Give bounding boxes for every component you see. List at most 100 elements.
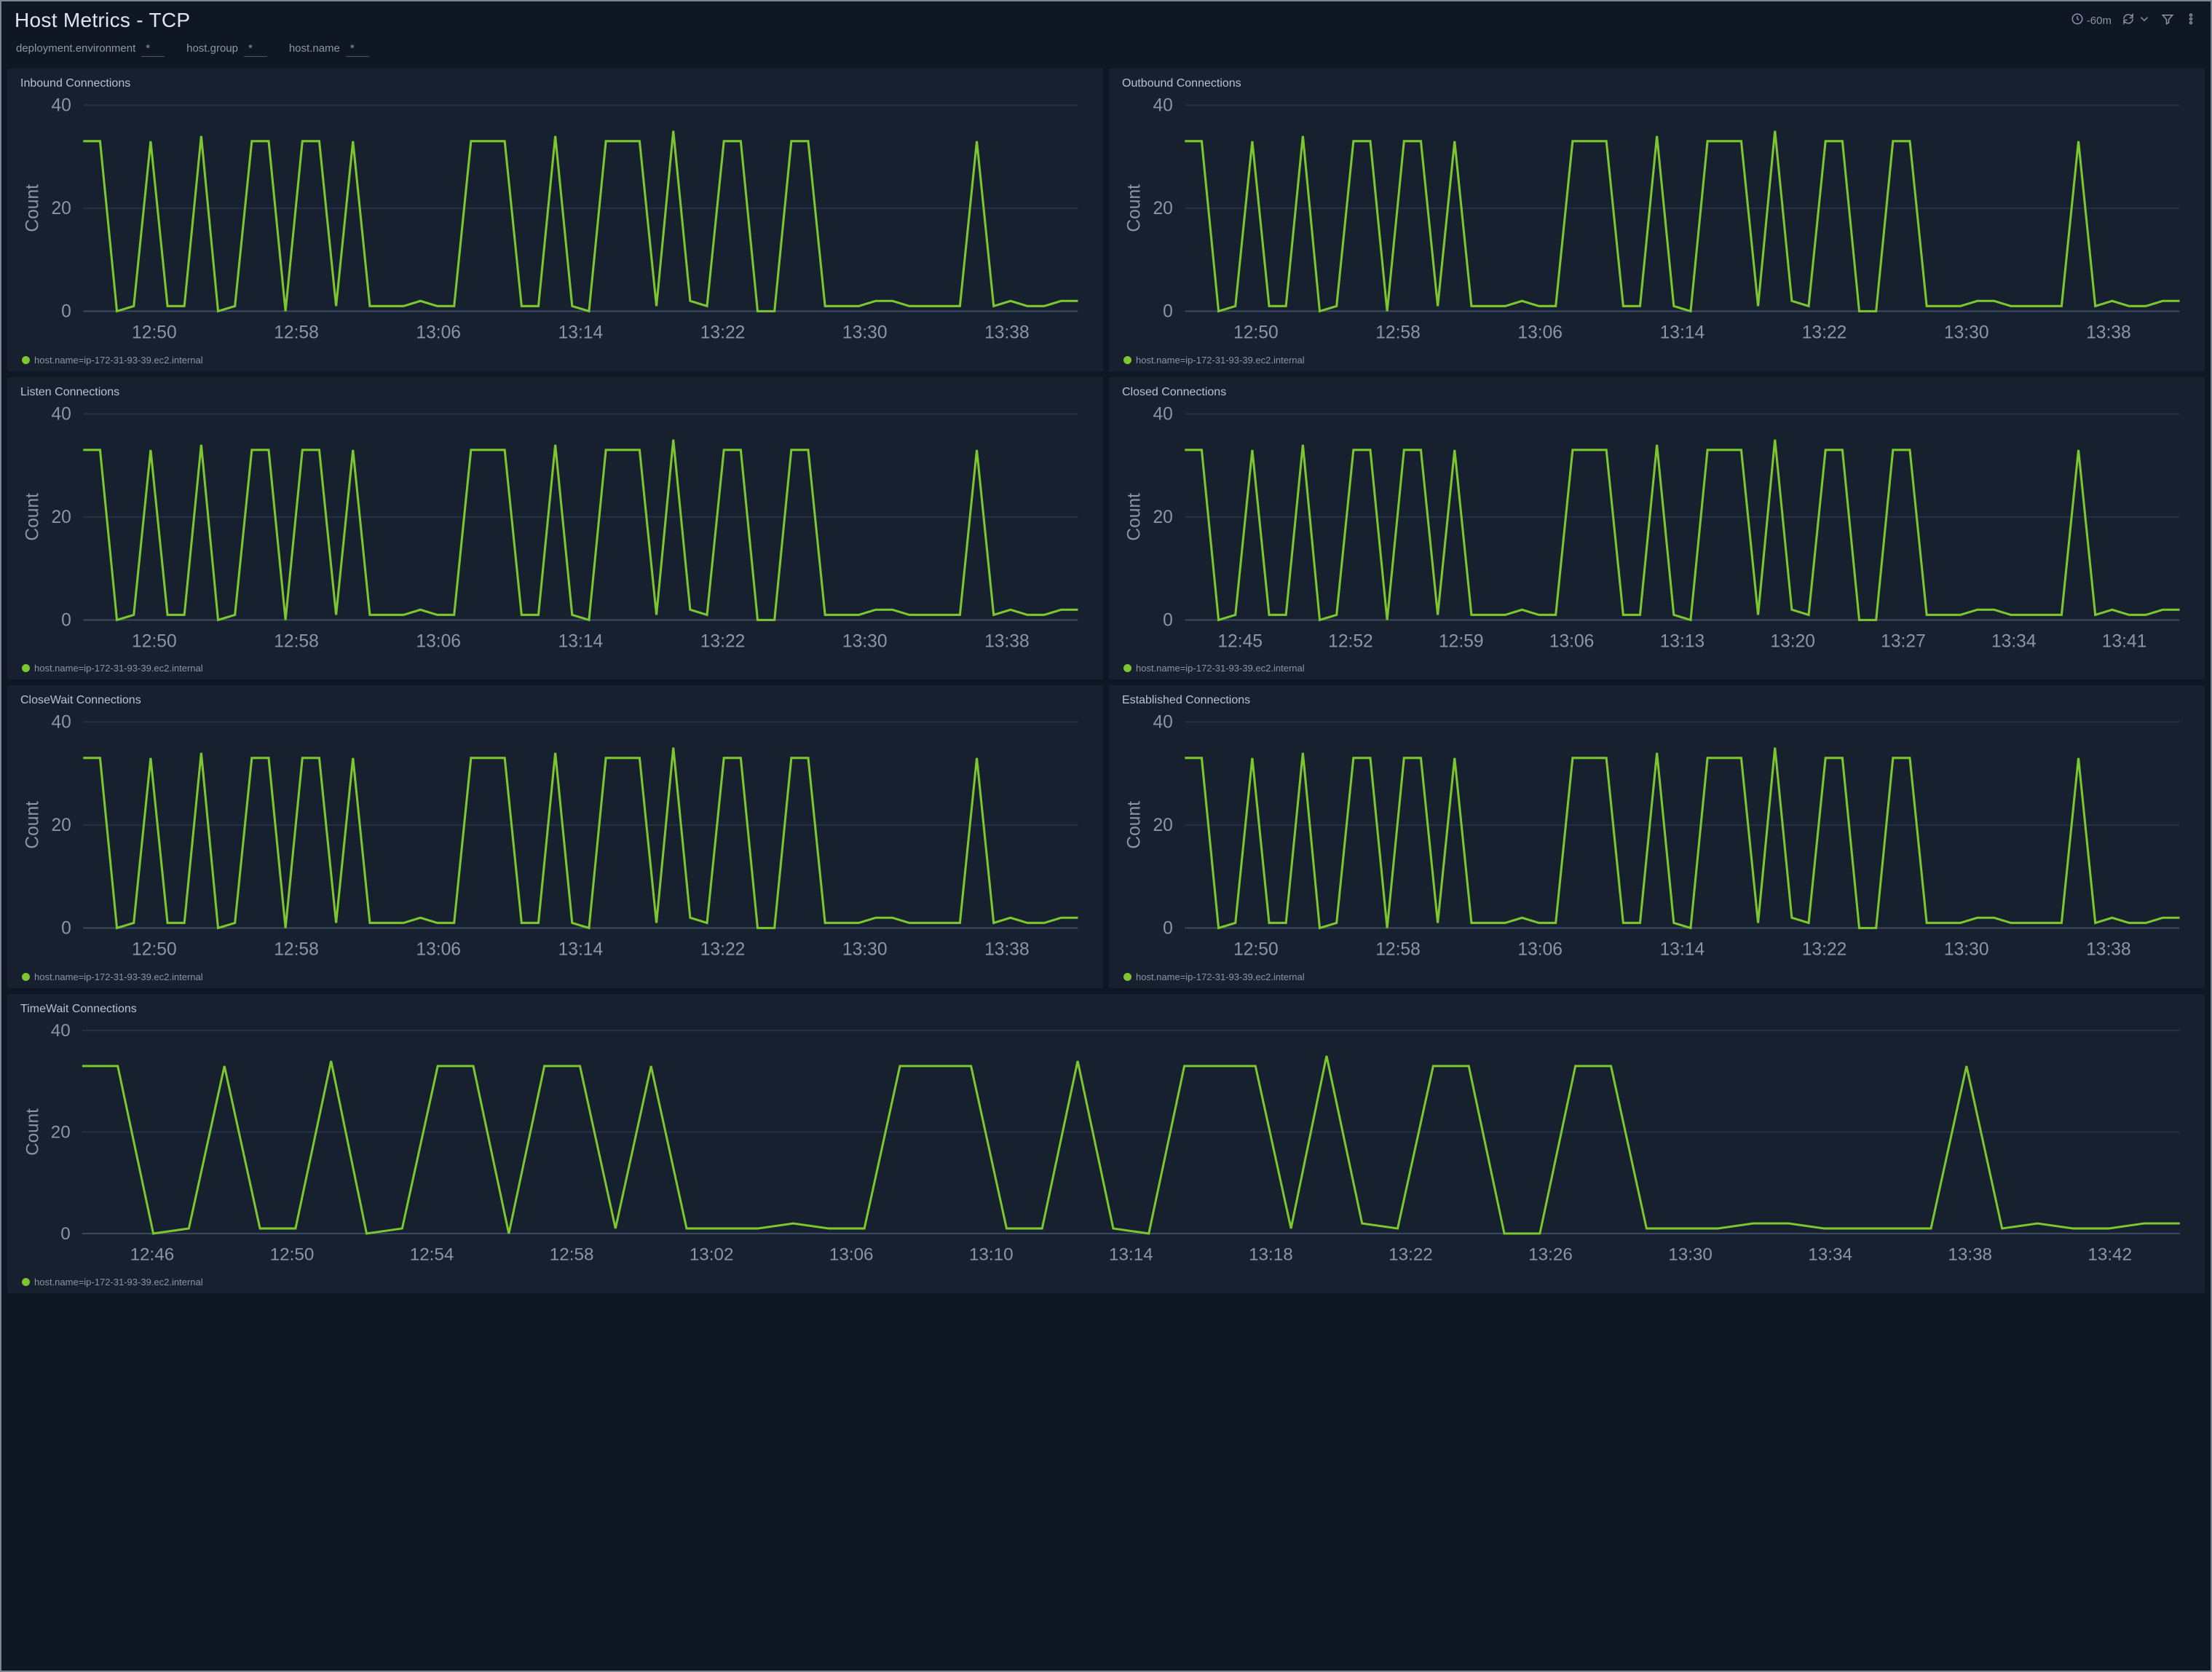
- more-menu-button[interactable]: [2184, 12, 2197, 28]
- chart[interactable]: 02040Count12:4512:5212:5913:0613:1313:20…: [1119, 405, 2195, 659]
- svg-text:13:22: 13:22: [1389, 1245, 1433, 1264]
- legend[interactable]: host.name=ip-172-31-93-39.ec2.internal: [1123, 663, 2195, 674]
- panel-grid: Inbound Connections02040Count12:5012:581…: [1, 68, 2211, 1299]
- svg-text:13:30: 13:30: [1944, 323, 1989, 342]
- time-range-picker[interactable]: -60m: [2071, 12, 2112, 28]
- svg-text:13:14: 13:14: [558, 940, 604, 960]
- legend[interactable]: host.name=ip-172-31-93-39.ec2.internal: [22, 663, 1093, 674]
- filter-host-name[interactable]: host.name *: [289, 42, 369, 57]
- refresh-button[interactable]: [2122, 12, 2151, 28]
- panel-established[interactable]: Established Connections02040Count12:5012…: [1109, 685, 2205, 988]
- svg-text:0: 0: [60, 1224, 70, 1244]
- svg-text:20: 20: [51, 816, 71, 836]
- svg-text:13:18: 13:18: [1249, 1245, 1293, 1264]
- svg-text:12:54: 12:54: [410, 1245, 454, 1264]
- chart[interactable]: 02040Count12:5012:5813:0613:1413:2213:30…: [17, 713, 1093, 967]
- svg-text:13:30: 13:30: [842, 940, 888, 960]
- svg-text:13:30: 13:30: [1668, 1245, 1713, 1264]
- panel-closewait[interactable]: CloseWait Connections02040Count12:5012:5…: [7, 685, 1103, 988]
- chart[interactable]: 02040Count12:5012:5813:0613:1413:2213:30…: [17, 405, 1093, 659]
- svg-text:13:06: 13:06: [1549, 631, 1595, 651]
- svg-text:0: 0: [1163, 302, 1173, 322]
- svg-text:12:50: 12:50: [132, 323, 177, 342]
- filter-value: *: [244, 42, 267, 57]
- legend-label: host.name=ip-172-31-93-39.ec2.internal: [34, 1277, 203, 1287]
- svg-text:13:38: 13:38: [1948, 1245, 1992, 1264]
- panel-listen[interactable]: Listen Connections02040Count12:5012:5813…: [7, 377, 1103, 680]
- svg-text:13:02: 13:02: [690, 1245, 734, 1264]
- chart[interactable]: 02040Count12:5012:5813:0613:1413:2213:30…: [1119, 713, 2195, 967]
- svg-text:0: 0: [1163, 919, 1173, 939]
- legend[interactable]: host.name=ip-172-31-93-39.ec2.internal: [22, 1277, 2195, 1287]
- clock-icon: [2071, 12, 2084, 28]
- legend-label: host.name=ip-172-31-93-39.ec2.internal: [34, 663, 203, 674]
- svg-text:40: 40: [51, 405, 71, 425]
- chart[interactable]: 02040Count12:5012:5813:0613:1413:2213:30…: [17, 96, 1093, 350]
- panel-inbound[interactable]: Inbound Connections02040Count12:5012:581…: [7, 68, 1103, 371]
- svg-text:12:50: 12:50: [132, 940, 177, 960]
- svg-text:40: 40: [51, 713, 71, 733]
- panel-title: TimeWait Connections: [20, 1003, 2195, 1016]
- svg-text:13:22: 13:22: [700, 323, 746, 342]
- svg-text:0: 0: [61, 302, 71, 322]
- panel-outbound[interactable]: Outbound Connections 02040Count12:5012:58…: [1109, 68, 2205, 371]
- chart[interactable]: 02040Count12:5012:5813:0613:1413:2213:30…: [1119, 96, 2195, 350]
- legend-label: host.name=ip-172-31-93-39.ec2.internal: [1136, 971, 1305, 982]
- svg-text:13:14: 13:14: [1109, 1245, 1153, 1264]
- svg-text:Count: Count: [23, 493, 43, 541]
- filter-deployment-environment[interactable]: deployment.environment*: [16, 42, 165, 57]
- svg-text:0: 0: [61, 610, 71, 630]
- svg-text:13:06: 13:06: [416, 940, 461, 960]
- svg-text:13:13: 13:13: [1660, 631, 1705, 651]
- legend[interactable]: host.name=ip-172-31-93-39.ec2.internal: [22, 355, 1093, 366]
- svg-text:12:50: 12:50: [1233, 323, 1279, 342]
- svg-text:Count: Count: [1125, 801, 1145, 849]
- time-range-label: -60m: [2087, 15, 2112, 27]
- filter-value: *: [346, 42, 369, 57]
- svg-text:0: 0: [1163, 610, 1173, 630]
- svg-text:12:58: 12:58: [1375, 940, 1421, 960]
- svg-text:13:26: 13:26: [1528, 1245, 1573, 1264]
- svg-text:12:50: 12:50: [270, 1245, 315, 1264]
- panel-title: Closed Connections: [1122, 386, 2195, 399]
- panel-title: Inbound Connections: [20, 77, 1093, 90]
- legend-label: host.name=ip-172-31-93-39.ec2.internal: [1136, 355, 1305, 366]
- panel-closed[interactable]: Closed Connections02040Count12:4512:5212…: [1109, 377, 2205, 680]
- svg-text:40: 40: [1153, 405, 1172, 425]
- legend[interactable]: host.name=ip-172-31-93-39.ec2.internal: [22, 971, 1093, 982]
- legend-color-swatch: [22, 356, 30, 364]
- svg-text:12:50: 12:50: [1233, 940, 1279, 960]
- svg-text:12:52: 12:52: [1328, 631, 1373, 651]
- page-title: Host Metrics - TCP: [15, 9, 190, 32]
- svg-text:13:14: 13:14: [1660, 323, 1705, 342]
- svg-text:40: 40: [51, 96, 71, 116]
- svg-text:12:46: 12:46: [130, 1245, 175, 1264]
- panel-timewait[interactable]: TimeWait Connections02040Count12:4612:50…: [7, 994, 2205, 1293]
- dashboard-root: Host Metrics - TCP -60m: [0, 0, 2212, 1672]
- svg-text:12:58: 12:58: [274, 323, 319, 342]
- filter-button[interactable]: [2161, 12, 2174, 28]
- svg-text:13:34: 13:34: [1991, 631, 2037, 651]
- svg-text:20: 20: [1153, 508, 1172, 527]
- more-vertical-icon: [2184, 12, 2197, 28]
- svg-text:13:14: 13:14: [558, 631, 604, 651]
- legend-label: host.name=ip-172-31-93-39.ec2.internal: [34, 971, 203, 982]
- chevron-down-icon: [2138, 12, 2151, 28]
- panel-title: Outbound Connections: [1122, 77, 2195, 90]
- svg-text:Count: Count: [23, 801, 43, 849]
- panel-title: Established Connections: [1122, 694, 2195, 707]
- svg-text:13:22: 13:22: [1802, 940, 1847, 960]
- svg-text:13:06: 13:06: [1517, 940, 1563, 960]
- svg-text:0: 0: [61, 919, 71, 939]
- legend-color-swatch: [22, 1278, 30, 1286]
- legend-color-swatch: [1123, 973, 1131, 981]
- filter-host-group[interactable]: host.group*: [186, 42, 267, 57]
- svg-text:12:58: 12:58: [274, 631, 319, 651]
- top-bar: Host Metrics - TCP -60m: [1, 1, 2211, 35]
- chart[interactable]: 02040Count12:4612:5012:5412:5813:0213:06…: [17, 1022, 2195, 1271]
- legend[interactable]: host.name=ip-172-31-93-39.ec2.internal: [1123, 971, 2195, 982]
- legend-color-swatch: [1123, 356, 1131, 364]
- svg-text:40: 40: [51, 1022, 71, 1041]
- legend[interactable]: host.name=ip-172-31-93-39.ec2.internal: [1123, 355, 2195, 366]
- filter-label: host.name: [289, 42, 340, 55]
